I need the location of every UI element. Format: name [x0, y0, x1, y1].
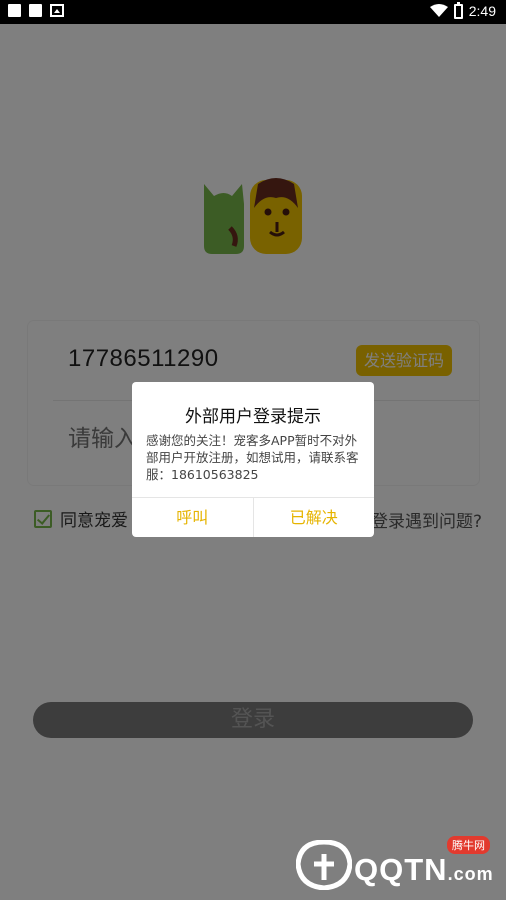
dialog-button-row: 呼叫 已解决 — [132, 497, 374, 537]
status-bar: 2:49 — [0, 0, 506, 24]
wifi-icon — [429, 4, 448, 17]
clock: 2:49 — [468, 3, 496, 19]
system-icons: 2:49 — [429, 1, 496, 19]
watermark-brand: QQTN — [354, 852, 448, 887]
watermark: 腾牛网 QQTN.com — [296, 836, 496, 892]
dialog-title: 外部用户登录提示 — [185, 407, 321, 427]
watermark-logo-icon — [296, 840, 352, 890]
dialog-message: 感谢您的关注！宠客多APP暂时不对外部用户开放注册，如想试用，请联系客服：186… — [146, 433, 359, 482]
battery-icon — [453, 1, 463, 19]
watermark-suffix: .com — [447, 864, 494, 884]
notification-icons — [8, 4, 64, 17]
image-notification-icon — [50, 4, 64, 17]
watermark-text: QQTN.com — [354, 852, 494, 888]
external-user-dialog: 外部用户登录提示 感谢您的关注！宠客多APP暂时不对外部用户开放注册，如想试用，… — [132, 382, 374, 537]
call-button[interactable]: 呼叫 — [132, 498, 253, 537]
notification-icon — [8, 4, 21, 17]
notification-icon — [29, 4, 42, 17]
resolved-button[interactable]: 已解决 — [252, 498, 375, 537]
